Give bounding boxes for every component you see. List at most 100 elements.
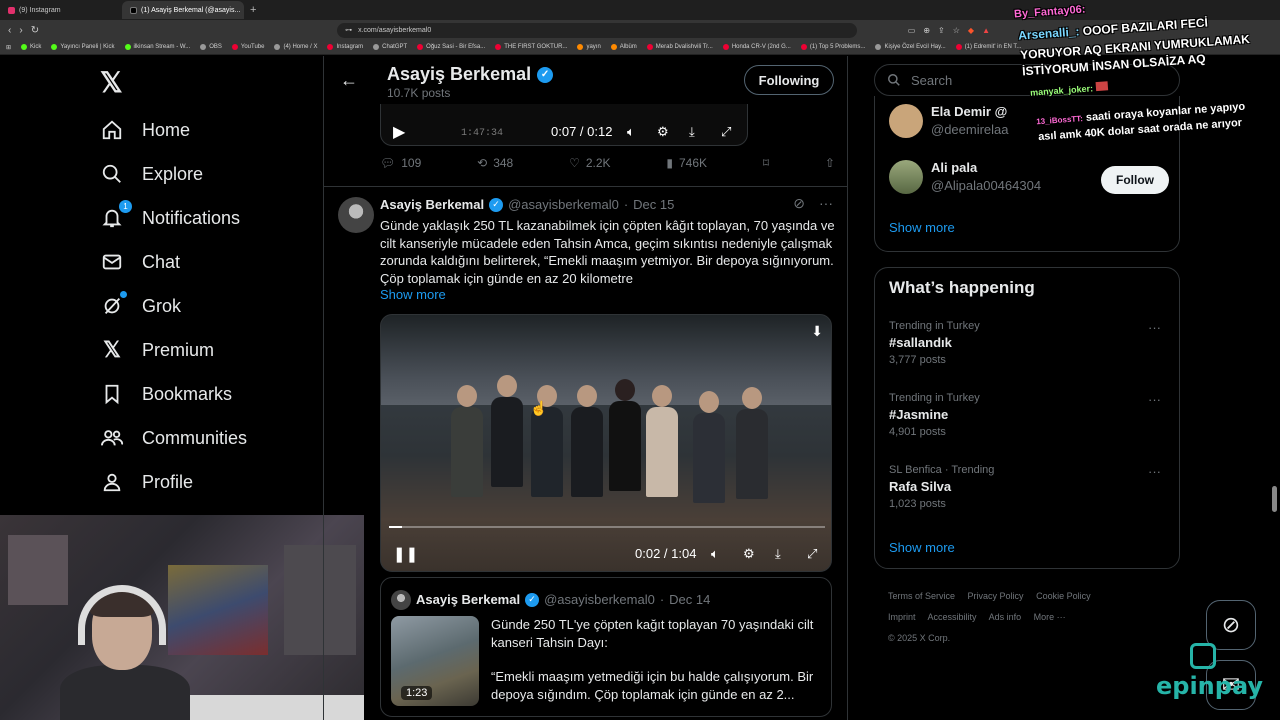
star-icon[interactable]: ☆ (953, 26, 960, 35)
footer-link[interactable]: Cookie Policy (1036, 591, 1091, 601)
bookmark-label: Instagram (336, 44, 364, 50)
back-arrow-icon[interactable]: ← (340, 70, 358, 91)
more-options-icon[interactable]: ··· (1148, 392, 1161, 407)
show-more-link[interactable]: Show more (889, 220, 955, 235)
zoom-icon[interactable]: ⊕ (923, 26, 930, 35)
author-handle[interactable]: @asayisberkemal0 (508, 197, 619, 212)
youtube-icon (722, 44, 729, 50)
bookmark-icon (100, 382, 124, 406)
author-name[interactable]: Asayiş Berkemal (380, 197, 484, 212)
cast-icon[interactable]: ▭ (908, 26, 916, 35)
nav-item-profile[interactable]: Profile (100, 470, 193, 494)
shield-icon[interactable]: ◆ (968, 26, 974, 35)
show-more-link[interactable]: Show more (889, 540, 955, 555)
trend-item[interactable]: Trending in Turkey #Jasmine 4,901 posts … (889, 392, 1169, 438)
repost-button[interactable]: ⟲ 348 (477, 156, 513, 170)
settings-gear-icon[interactable]: ⚙ (743, 546, 755, 562)
bookmark-item[interactable]: Merab Dvalishvili Tr... (646, 44, 713, 50)
bookmark-item[interactable]: Yayıncı Paneli | Kick (51, 44, 115, 50)
more-options-icon[interactable]: ··· (819, 195, 833, 212)
bookmark-item[interactable]: Instagram (327, 44, 363, 50)
quoted-tweet[interactable]: Asayiş Berkemal ✓ @asayisberkemal0 · Dec… (380, 577, 832, 717)
nav-item-explore[interactable]: Explore (100, 162, 203, 186)
dock-video-icon[interactable]: ⤓ (775, 546, 781, 562)
bookmark-item[interactable]: Oğuz Sasi - Bir Efsa... (417, 44, 485, 50)
nav-label: Explore (142, 163, 204, 184)
share-button[interactable]: ⇧ (825, 156, 835, 170)
reply-button[interactable]: 💬︎ 109 (380, 156, 421, 170)
bookmark-item[interactable]: Albüm (610, 44, 637, 50)
settings-gear-icon[interactable]: ⚙ (657, 124, 669, 140)
reload-icon[interactable]: ↻ (31, 25, 39, 36)
site-info-icon[interactable]: ⊶ (345, 26, 352, 34)
pause-icon[interactable]: ❚❚ (393, 545, 418, 563)
avatar[interactable] (889, 104, 923, 138)
nav-item-premium[interactable]: 𝕏 Premium (100, 337, 214, 362)
follow-button[interactable]: Follow (1101, 166, 1169, 194)
footer-link[interactable]: Terms of Service (888, 591, 955, 601)
footer-link[interactable]: Ads info (989, 612, 1022, 622)
bookmark-item[interactable]: ilkinsan Stream - W... (124, 44, 190, 50)
nav-item-grok[interactable]: Grok (100, 291, 181, 318)
nav-item-notifications[interactable]: 1 Notifications (100, 200, 240, 230)
bookmark-item[interactable]: OBS (200, 44, 222, 50)
nav-item-home[interactable]: Home (100, 118, 190, 142)
tweet-date[interactable]: Dec 15 (633, 197, 674, 212)
back-nav-icon[interactable]: ‹ (8, 25, 11, 36)
bookmark-item[interactable]: Honda CR-V (2nd G... (722, 44, 791, 50)
bookmark-item[interactable]: Kick (21, 44, 41, 50)
tweet-video-player[interactable]: ⬇ ❚❚ 0:02 / 1:04 🔈︎ ⚙ ⤓ ⤢ (380, 314, 832, 572)
browser-tab-x[interactable]: (1) Asayiş Berkemal (@asayis... ✕ (122, 1, 244, 19)
bookmark-item[interactable]: ChatGPT (373, 44, 407, 50)
footer-link[interactable]: More ··· (1034, 612, 1066, 622)
dock-video-icon[interactable]: ⤓ (689, 124, 695, 140)
x-logo-icon[interactable]: 𝕏 (100, 66, 123, 99)
like-button[interactable]: ♡ 2.2K (569, 156, 610, 170)
grok-floating-button[interactable]: ⊘ (1206, 600, 1256, 650)
fullscreen-icon[interactable]: ⤢ (721, 124, 731, 140)
previous-video-player[interactable]: ▶ 1:47:34 0:07 / 0:12 🔈︎ ⚙ ⤓ ⤢ (380, 104, 748, 146)
bookmark-item[interactable]: Kişiye Özel Evcil Hay... (875, 44, 946, 50)
share-icon[interactable]: ⇪ (938, 26, 945, 35)
nav-label: Chat (142, 251, 181, 272)
trend-item[interactable]: SL Benfica · Trending Rafa Silva 1,023 p… (889, 464, 1169, 510)
nav-item-communities[interactable]: Communities (100, 426, 247, 450)
nav-item-bookmarks[interactable]: Bookmarks (100, 382, 232, 406)
show-more-link[interactable]: Show more (380, 287, 446, 302)
views-button[interactable]: ▮ 746K (666, 156, 707, 170)
more-options-icon[interactable]: ··· (1148, 464, 1161, 479)
more-options-icon[interactable]: ··· (1148, 320, 1161, 335)
alert-icon[interactable]: ▲ (982, 26, 990, 35)
quoted-video-thumbnail[interactable]: 1:23 (391, 616, 479, 706)
avatar[interactable] (889, 160, 923, 194)
browser-tab-instagram[interactable]: (9) Instagram (0, 1, 122, 19)
avatar[interactable] (338, 197, 374, 233)
tweet[interactable]: Asayiş Berkemal ✓ @asayisberkemal0 · Dec… (324, 186, 847, 717)
mouse-cursor-icon: ☝ (530, 400, 548, 416)
trend-item[interactable]: Trending in Turkey #sallandık 3,777 post… (889, 320, 1169, 366)
page-scrollbar[interactable] (1272, 486, 1277, 512)
fullscreen-icon[interactable]: ⤢ (807, 546, 817, 562)
grok-icon[interactable]: ⊘ (793, 195, 805, 212)
bookmark-item[interactable]: (1) Top 5 Problems... (800, 44, 865, 50)
url-field[interactable]: ⊶ x.com/asayisberkemal0 (337, 22, 858, 38)
forward-nav-icon[interactable]: › (19, 25, 22, 36)
following-button[interactable]: Following (744, 65, 834, 95)
download-icon[interactable]: ⬇ (811, 323, 823, 340)
nav-item-chat[interactable]: Chat (100, 250, 180, 274)
bookmark-button[interactable]: ⌑ (763, 156, 769, 170)
bookmark-item[interactable]: THE FIRST GOKTUR... (495, 44, 567, 50)
footer-link[interactable]: Accessibility (928, 612, 977, 622)
bookmark-item[interactable]: yayın (577, 44, 601, 50)
apps-icon[interactable]: ⊞ (6, 44, 11, 51)
play-icon[interactable]: ▶ (393, 122, 405, 142)
volume-icon[interactable]: 🔈︎ (711, 546, 719, 562)
volume-icon[interactable]: 🔈︎ (627, 124, 635, 140)
footer-link[interactable]: Privacy Policy (968, 591, 1024, 601)
bookmark-item[interactable]: (4) Home / X (274, 44, 317, 50)
follow-suggestion[interactable]: Ali pala @Alipala00464304 Follow (889, 160, 1169, 200)
footer-link[interactable]: Imprint (888, 612, 916, 622)
new-tab-icon[interactable]: + (244, 4, 262, 16)
video-progress-bar[interactable] (389, 526, 825, 528)
bookmark-item[interactable]: YouTube (231, 44, 264, 50)
